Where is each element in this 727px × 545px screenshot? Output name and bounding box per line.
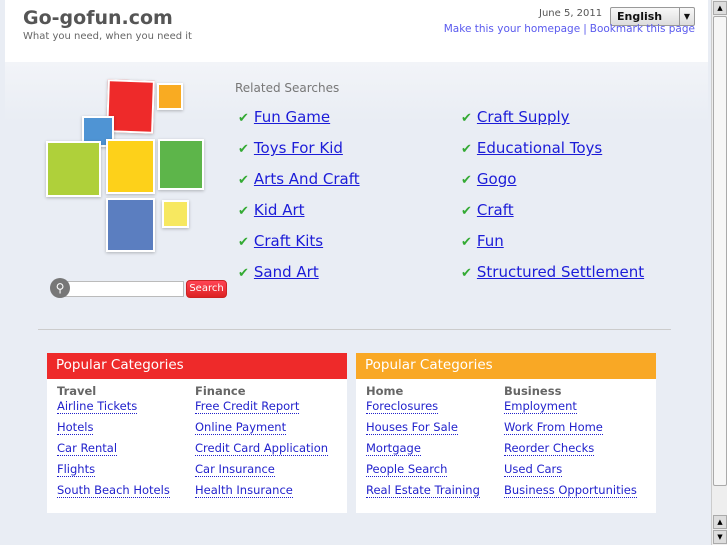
- category-link[interactable]: Used Cars: [504, 462, 563, 477]
- logo-square-yellow: [106, 139, 155, 194]
- checkmark-icon: ✔: [461, 204, 472, 219]
- category-column: Travel Airline Tickets Hotels Car Rental…: [57, 384, 170, 504]
- logo-square-green: [158, 139, 204, 190]
- scroll-up-icon[interactable]: ▲: [713, 1, 727, 15]
- logo-square-navy: [106, 198, 155, 252]
- related-search-item: ✔ Arts And Craft: [238, 170, 360, 188]
- related-search-item: ✔ Craft Kits: [238, 232, 323, 250]
- related-search-item: ✔ Toys For Kid: [238, 139, 343, 157]
- category-link[interactable]: Real Estate Training: [366, 483, 480, 498]
- logo-square-lime: [46, 141, 101, 197]
- category-link[interactable]: Credit Card Application: [195, 441, 329, 456]
- category-link[interactable]: Work From Home: [504, 420, 603, 435]
- related-search-link[interactable]: Structured Settlement: [477, 263, 644, 281]
- category-link[interactable]: Health Insurance: [195, 483, 293, 498]
- box-header: Popular Categories: [47, 353, 347, 379]
- category-link[interactable]: Hotels: [57, 420, 94, 435]
- checkmark-icon: ✔: [238, 235, 249, 250]
- bookmark-link[interactable]: Bookmark this page: [590, 23, 695, 35]
- category-link[interactable]: Online Payment: [195, 420, 287, 435]
- checkmark-icon: ✔: [238, 204, 249, 219]
- category-link[interactable]: Employment: [504, 399, 577, 414]
- column-heading: Business: [504, 384, 562, 398]
- link-separator: |: [583, 23, 587, 35]
- related-search-link[interactable]: Kid Art: [254, 201, 305, 219]
- checkmark-icon: ✔: [461, 235, 472, 250]
- scrollbar[interactable]: ▲ ▲ ▼: [711, 0, 727, 545]
- header: Go-gofun.com What you need, when you nee…: [5, 0, 708, 62]
- site-title[interactable]: Go-gofun.com: [23, 7, 173, 29]
- category-link[interactable]: People Search: [366, 462, 448, 477]
- category-link[interactable]: Business Opportunities: [504, 483, 637, 498]
- checkmark-icon: ✔: [238, 142, 249, 157]
- related-search-item: ✔ Kid Art: [238, 201, 305, 219]
- divider: [38, 329, 671, 330]
- related-search-item: ✔ Craft Supply: [461, 108, 570, 126]
- column-heading: Home: [366, 384, 404, 398]
- category-link[interactable]: Flights: [57, 462, 96, 477]
- checkmark-icon: ✔: [461, 142, 472, 157]
- related-search-link[interactable]: Gogo: [477, 170, 517, 188]
- scroll-down-icon[interactable]: ▼: [713, 530, 727, 544]
- category-link[interactable]: Foreclosures: [366, 399, 439, 414]
- category-column: Home Foreclosures Houses For Sale Mortga…: [366, 384, 480, 504]
- search-input[interactable]: [64, 281, 184, 297]
- scroll-up-icon[interactable]: ▲: [713, 515, 727, 529]
- related-search-link[interactable]: Fun: [477, 232, 504, 250]
- related-search-item: ✔ Educational Toys: [461, 139, 602, 157]
- tagline: What you need, when you need it: [23, 31, 192, 42]
- category-link[interactable]: South Beach Hotels: [57, 483, 170, 498]
- search-button[interactable]: Search: [186, 280, 227, 298]
- related-search-item: ✔ Fun: [461, 232, 504, 250]
- related-search-link[interactable]: Craft Supply: [477, 108, 570, 126]
- date: June 5, 2011: [539, 8, 603, 19]
- related-search-link[interactable]: Fun Game: [254, 108, 330, 126]
- related-search-link[interactable]: Educational Toys: [477, 139, 602, 157]
- category-link[interactable]: Reorder Checks: [504, 441, 595, 456]
- top-links: Make this your homepage | Bookmark this pa…: [444, 23, 695, 35]
- logo-square-orange: [157, 83, 183, 110]
- category-link[interactable]: Free Credit Report: [195, 399, 300, 414]
- related-search-link[interactable]: Craft: [477, 201, 514, 219]
- scrollbar-thumb[interactable]: [713, 16, 727, 486]
- category-link[interactable]: Mortgage: [366, 441, 421, 456]
- related-search-link[interactable]: Sand Art: [254, 263, 319, 281]
- language-value: English: [617, 10, 663, 23]
- checkmark-icon: ✔: [461, 173, 472, 188]
- related-search-item: ✔ Gogo: [461, 170, 516, 188]
- category-link[interactable]: Airline Tickets: [57, 399, 138, 414]
- checkmark-icon: ✔: [461, 111, 472, 126]
- homepage-link[interactable]: Make this your homepage: [444, 23, 580, 35]
- box-header: Popular Categories: [356, 353, 656, 379]
- related-search-item: ✔ Structured Settlement: [461, 263, 644, 281]
- checkmark-icon: ✔: [238, 111, 249, 126]
- category-column: Business Employment Work From Home Reord…: [504, 384, 637, 504]
- column-heading: Finance: [195, 384, 246, 398]
- popular-categories-box-1: Popular Categories Travel Airline Ticket…: [47, 353, 347, 513]
- related-search-item: ✔ Fun Game: [238, 108, 330, 126]
- category-link[interactable]: Car Rental: [57, 441, 118, 456]
- related-search-item: ✔ Craft: [461, 201, 514, 219]
- category-link[interactable]: Car Insurance: [195, 462, 275, 477]
- logo-square-pale-yellow: [162, 200, 189, 228]
- related-search-link[interactable]: Toys For Kid: [254, 139, 343, 157]
- related-search-link[interactable]: Arts And Craft: [254, 170, 360, 188]
- related-search-item: ✔ Sand Art: [238, 263, 319, 281]
- column-heading: Travel: [57, 384, 97, 398]
- category-column: Finance Free Credit Report Online Paymen…: [195, 384, 329, 504]
- popular-categories-box-2: Popular Categories Home Foreclosures Hou…: [356, 353, 656, 513]
- checkmark-icon: ✔: [238, 173, 249, 188]
- category-link[interactable]: Houses For Sale: [366, 420, 458, 435]
- checkmark-icon: ✔: [238, 266, 249, 281]
- related-search-link[interactable]: Craft Kits: [254, 232, 323, 250]
- checkmark-icon: ✔: [461, 266, 472, 281]
- related-searches-title: Related Searches: [235, 81, 340, 95]
- search-icon: ⚲: [50, 278, 70, 298]
